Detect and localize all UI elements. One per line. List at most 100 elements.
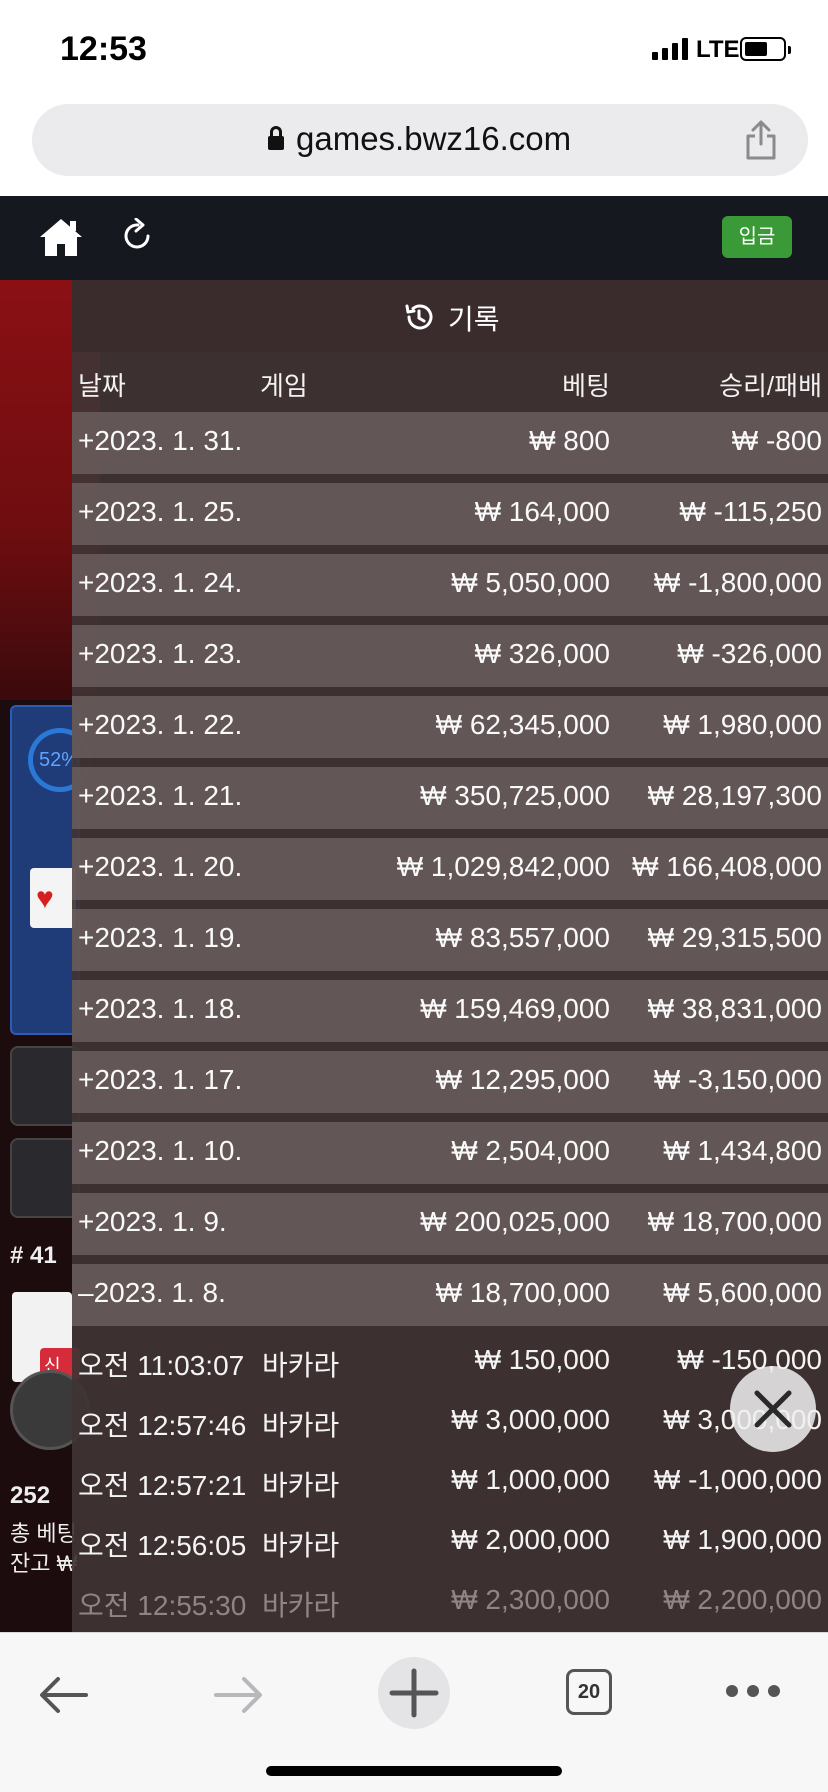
day-row[interactable]: +2023. 1. 24. ₩ 5,050,000 ₩ -1,800,000 xyxy=(72,554,828,616)
entry-time: 오전 12:56:05 xyxy=(78,1530,247,1561)
day-row[interactable]: +2023. 1. 19. ₩ 83,557,000 ₩ 29,315,500 xyxy=(72,909,828,971)
row-result: ₩ 28,197,300 xyxy=(647,780,822,811)
row-result: ₩ -1,800,000 xyxy=(653,567,822,598)
address-bar-area: games.bwz16.com xyxy=(0,96,828,196)
entry-time: 오전 12:57:46 xyxy=(78,1410,247,1441)
entry-bet: ₩ 3,000,000 xyxy=(451,1404,610,1435)
col-bet: 베팅 xyxy=(562,371,610,401)
forward-arrow-icon[interactable] xyxy=(212,1675,264,1715)
day-row[interactable]: +2023. 1. 18. ₩ 159,469,000 ₩ 38,831,000 xyxy=(72,980,828,1042)
day-row[interactable]: +2023. 1. 9. ₩ 200,025,000 ₩ 18,700,000 xyxy=(72,1193,828,1255)
battery-icon xyxy=(740,37,791,61)
col-result: 승리/패배 xyxy=(719,371,822,401)
home-indicator xyxy=(266,1766,562,1776)
plus-icon xyxy=(389,1668,439,1718)
day-row[interactable]: +2023. 1. 17. ₩ 12,295,000 ₩ -3,150,000 xyxy=(72,1051,828,1113)
row-bet: ₩ 1,029,842,000 xyxy=(396,851,610,882)
balance-label: 잔고 ₩ xyxy=(10,1551,78,1576)
row-date: +2023. 1. 20. xyxy=(78,851,243,882)
entry-bet: ₩ 2,300,000 xyxy=(451,1584,610,1615)
entry-result: ₩ 1,900,000 xyxy=(663,1524,822,1555)
history-icon xyxy=(405,304,433,330)
entry-game: 바카라 xyxy=(262,1410,340,1441)
row-date: +2023. 1. 23. xyxy=(78,638,243,669)
row-date: +2023. 1. 22. xyxy=(78,709,243,740)
row-date: +2023. 1. 21. xyxy=(78,780,243,811)
tabs-button[interactable]: 20 xyxy=(566,1669,612,1715)
day-row[interactable]: +2023. 1. 31. ₩ 800 ₩ -800 xyxy=(72,412,828,474)
row-result: ₩ 166,408,000 xyxy=(632,851,822,882)
row-bet: ₩ 2,504,000 xyxy=(451,1135,610,1166)
close-button[interactable] xyxy=(730,1366,816,1452)
address-bar[interactable]: games.bwz16.com xyxy=(32,104,808,176)
row-bet: ₩ 164,000 xyxy=(474,496,610,527)
day-row[interactable]: +2023. 1. 22. ₩ 62,345,000 ₩ 1,980,000 xyxy=(72,696,828,758)
entry-bet: ₩ 150,000 xyxy=(474,1344,610,1375)
entry-time: 오전 11:03:07 xyxy=(78,1350,245,1381)
col-game: 게임 xyxy=(260,371,308,401)
bet-entry[interactable]: 오전 12:57:21 바카라 ₩ 1,000,000 ₩ -1,000,000 xyxy=(72,1450,828,1510)
bet-entry[interactable]: 오전 12:57:46 바카라 ₩ 3,000,000 ₩ 3,000,000 xyxy=(72,1390,828,1450)
row-result: ₩ 1,980,000 xyxy=(663,709,822,740)
player-count: 252 xyxy=(10,1482,51,1509)
home-icon[interactable] xyxy=(38,216,84,258)
row-date: +2023. 1. 10. xyxy=(78,1135,243,1166)
row-bet: ₩ 200,025,000 xyxy=(420,1206,610,1237)
row-bet: ₩ 326,000 xyxy=(474,638,610,669)
row-result: ₩ 1,434,800 xyxy=(663,1135,822,1166)
row-date: +2023. 1. 18. xyxy=(78,993,243,1024)
back-arrow-icon[interactable] xyxy=(38,1675,90,1715)
network-type: LTE xyxy=(696,36,740,63)
bet-entry[interactable]: 오전 12:56:05 바카라 ₩ 2,000,000 ₩ 1,900,000 xyxy=(72,1510,828,1570)
day-row[interactable]: +2023. 1. 23. ₩ 326,000 ₩ -326,000 xyxy=(72,625,828,687)
day-row-expanded[interactable]: –2023. 1. 8. ₩ 18,700,000 ₩ 5,600,000 xyxy=(72,1264,828,1326)
url-text: games.bwz16.com xyxy=(296,120,572,157)
close-icon xyxy=(754,1390,792,1428)
row-bet: ₩ 800 xyxy=(529,425,610,456)
game-nav-bar: 입금 xyxy=(0,196,828,280)
entry-game: 바카라 xyxy=(262,1350,340,1381)
entry-result: ₩ -1,000,000 xyxy=(653,1464,822,1495)
day-row[interactable]: +2023. 1. 25. ₩ 164,000 ₩ -115,250 xyxy=(72,483,828,545)
refresh-icon[interactable] xyxy=(122,218,154,252)
row-date: +2023. 1. 9. xyxy=(78,1206,227,1237)
row-bet: ₩ 62,345,000 xyxy=(435,709,610,740)
entry-result: ₩ 2,200,000 xyxy=(663,1584,822,1615)
row-bet: ₩ 83,557,000 xyxy=(435,922,610,953)
more-icon[interactable] xyxy=(724,1683,782,1699)
side-button-1[interactable] xyxy=(10,1046,80,1126)
row-bet: ₩ 12,295,000 xyxy=(435,1064,610,1095)
row-result: ₩ -326,000 xyxy=(677,638,822,669)
row-date: +2023. 1. 25. xyxy=(78,496,243,527)
total-bet-label: 총 베팅 xyxy=(10,1521,77,1546)
entry-game: 바카라 xyxy=(262,1590,340,1621)
row-result: ₩ 38,831,000 xyxy=(647,993,822,1024)
lock-icon xyxy=(268,126,284,152)
status-bar: 12:53 LTE xyxy=(0,0,828,96)
deposit-button[interactable]: 입금 xyxy=(722,216,792,258)
history-title: 기록 xyxy=(448,304,500,335)
bet-entry[interactable]: 오전 11:03:07 바카라 ₩ 150,000 ₩ -150,000 xyxy=(72,1330,828,1390)
entry-game: 바카라 xyxy=(262,1530,340,1561)
new-tab-button[interactable] xyxy=(378,1657,450,1729)
day-row[interactable]: +2023. 1. 10. ₩ 2,504,000 ₩ 1,434,800 xyxy=(72,1122,828,1184)
entry-game: 바카라 xyxy=(262,1470,340,1501)
row-result: ₩ -115,250 xyxy=(679,496,822,527)
bet-entry[interactable]: 오전 12:55:30 바카라 ₩ 2,300,000 ₩ 2,200,000 xyxy=(72,1570,828,1630)
col-date: 날짜 xyxy=(78,371,126,401)
entry-bet: ₩ 1,000,000 xyxy=(451,1464,610,1495)
share-icon[interactable] xyxy=(744,120,778,160)
row-result: ₩ 18,700,000 xyxy=(647,1206,822,1237)
row-date: +2023. 1. 31. xyxy=(78,425,243,456)
table-header: 날짜 게임 베팅 승리/패배 xyxy=(72,352,828,412)
row-date: +2023. 1. 19. xyxy=(78,922,243,953)
row-date: +2023. 1. 17. xyxy=(78,1064,243,1095)
day-row[interactable]: +2023. 1. 21. ₩ 350,725,000 ₩ 28,197,300 xyxy=(72,767,828,829)
side-button-2[interactable] xyxy=(10,1138,80,1218)
entry-time: 오전 12:55:30 xyxy=(78,1590,247,1621)
entry-time: 오전 12:57:21 xyxy=(78,1470,247,1501)
row-result: ₩ 5,600,000 xyxy=(663,1277,822,1308)
day-row[interactable]: +2023. 1. 20. ₩ 1,029,842,000 ₩ 166,408,… xyxy=(72,838,828,900)
history-header: 기록 xyxy=(72,280,828,352)
signal-icon xyxy=(652,38,688,60)
